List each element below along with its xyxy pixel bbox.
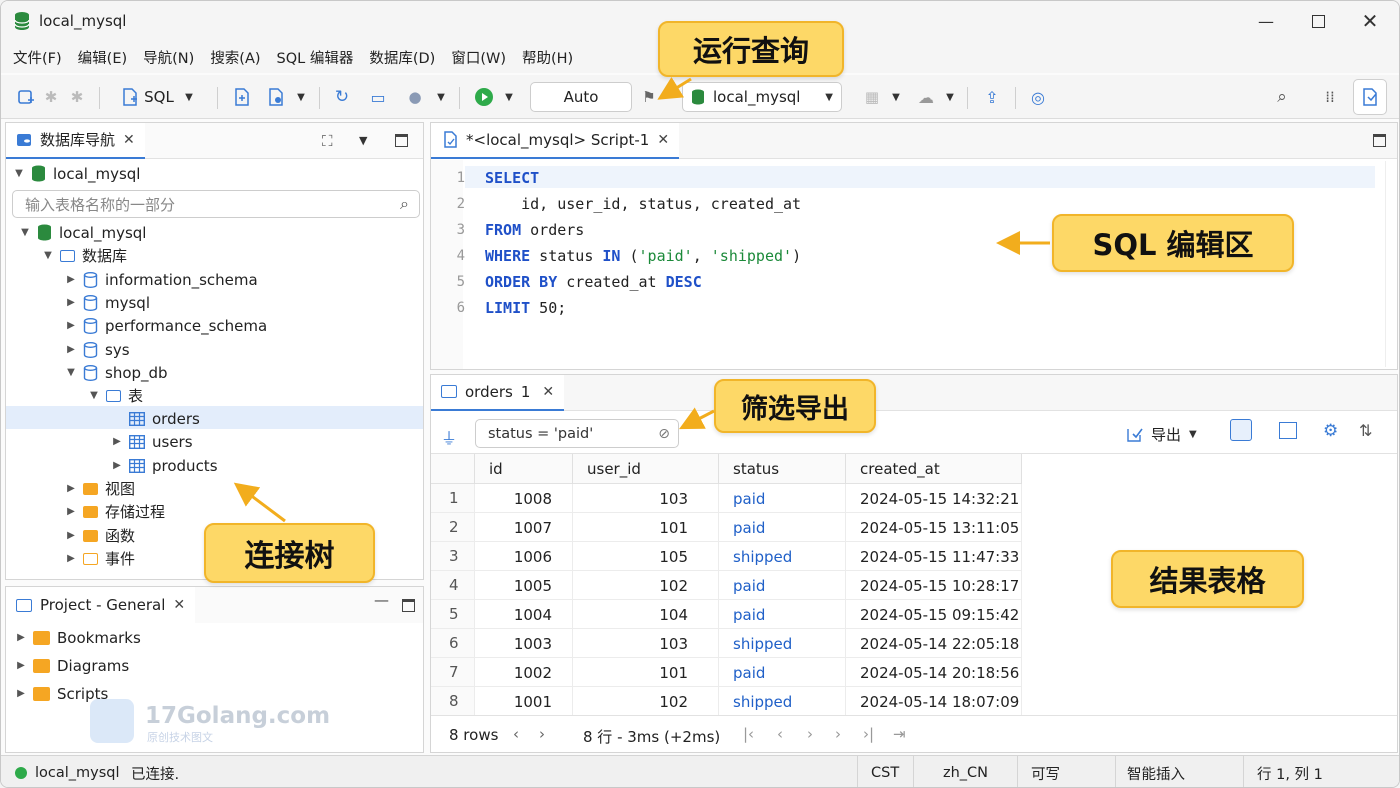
arrow-run-query <box>657 76 692 100</box>
app-window: local_mysql — ✕ 文件(F) 编辑(E) 导航(N) 搜索(A) … <box>0 0 1400 788</box>
arrow-filter-export <box>679 407 715 430</box>
callout-arrows <box>233 76 1050 523</box>
arrow-connection-tree <box>233 482 286 523</box>
